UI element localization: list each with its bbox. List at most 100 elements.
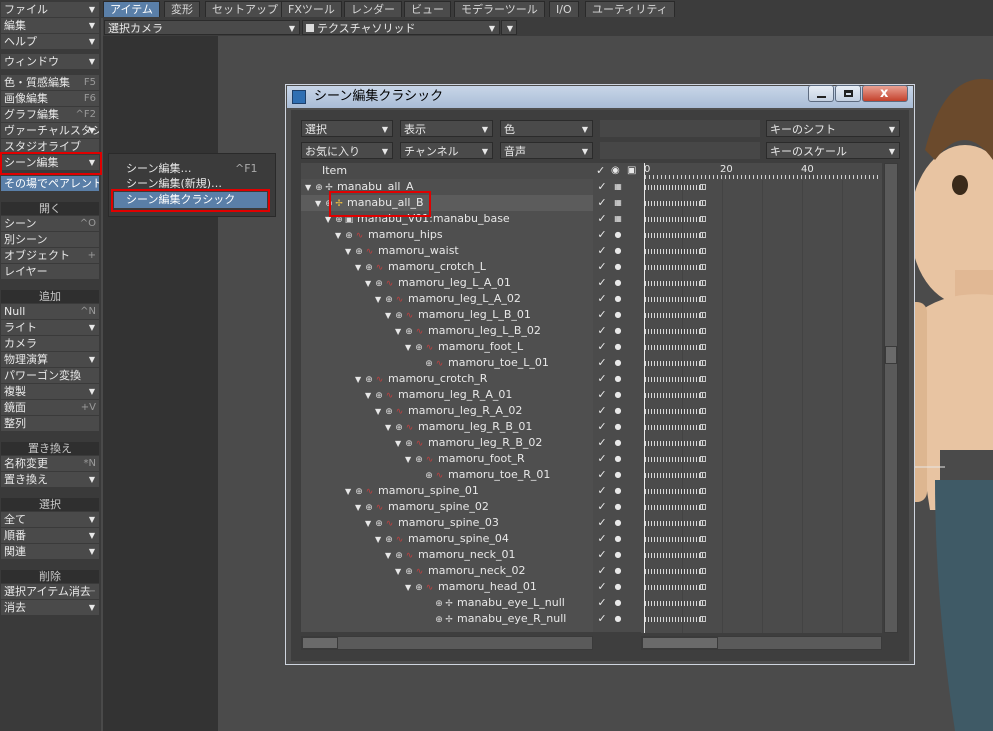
keyframe-marker[interactable]: [700, 296, 706, 302]
tab-view[interactable]: ビュー: [404, 1, 451, 17]
visibility-toggle-icon[interactable]: ⊕: [424, 468, 434, 484]
keyframe-marker[interactable]: [700, 456, 706, 462]
list-item[interactable]: ▼ ⊕ ∿ mamoru_spine_04: [301, 531, 593, 547]
visibility-dot-icon[interactable]: ●: [611, 387, 625, 403]
expand-triangle-icon[interactable]: ▼: [365, 516, 374, 532]
add-light-menu[interactable]: ライト ▼: [1, 320, 99, 335]
active-check-icon[interactable]: ✓: [595, 227, 609, 243]
keyframe-track[interactable]: [645, 233, 705, 238]
display-mode-icon[interactable]: ▦: [611, 179, 625, 195]
visibility-toggle-icon[interactable]: ⊕: [364, 260, 374, 276]
keyframe-track[interactable]: [645, 537, 705, 542]
visibility-toggle-icon[interactable]: ⊕: [354, 484, 364, 500]
keyframe-marker[interactable]: [700, 200, 706, 206]
list-item[interactable]: ▼ ⊕ ∿ mamoru_waist: [301, 243, 593, 259]
list-item[interactable]: ▼ ⊕ ∿ mamoru_leg_R_B_02: [301, 435, 593, 451]
expand-triangle-icon[interactable]: ▼: [395, 564, 404, 580]
visibility-dot-icon[interactable]: ●: [611, 547, 625, 563]
color-dropdown[interactable]: 色 ▼: [500, 120, 593, 137]
expand-triangle-icon[interactable]: ▼: [355, 372, 364, 388]
keyframe-marker[interactable]: [700, 520, 706, 526]
visibility-dot-icon[interactable]: ●: [611, 227, 625, 243]
active-check-icon[interactable]: ✓: [595, 547, 609, 563]
list-scroll-thumb[interactable]: [302, 637, 338, 649]
keyframe-marker[interactable]: [700, 232, 706, 238]
list-item[interactable]: ▼ ⊕ ∿ mamoru_foot_R: [301, 451, 593, 467]
keyframe-track[interactable]: [645, 553, 705, 558]
display-dropdown[interactable]: 表示 ▼: [400, 120, 493, 137]
keyframe-track[interactable]: [645, 569, 705, 574]
edit-menu[interactable]: 編集 ▼: [1, 18, 99, 33]
list-item[interactable]: ▼ ⊕ ∿ mamoru_leg_R_A_01: [301, 387, 593, 403]
active-check-icon[interactable]: ✓: [595, 435, 609, 451]
keyframe-track[interactable]: [645, 377, 705, 382]
keyframe-marker[interactable]: [700, 488, 706, 494]
list-item[interactable]: ▼ ⊕ ∿ mamoru_spine_01: [301, 483, 593, 499]
expand-triangle-icon[interactable]: ▼: [375, 292, 384, 308]
help-menu[interactable]: ヘルプ ▼: [1, 34, 99, 49]
active-check-icon[interactable]: ✓: [595, 275, 609, 291]
keyframe-marker[interactable]: [700, 344, 706, 350]
visibility-dot-icon[interactable]: ●: [611, 355, 625, 371]
select-order-menu[interactable]: 順番 ▼: [1, 528, 99, 543]
active-check-icon[interactable]: ✓: [595, 595, 609, 611]
tab-io[interactable]: I/O: [549, 1, 579, 17]
expand-triangle-icon[interactable]: ▼: [385, 308, 394, 324]
active-check-icon[interactable]: ✓: [595, 419, 609, 435]
tab-setup[interactable]: セットアップ: [205, 1, 285, 17]
list-item[interactable]: ▼ ⊕ ∿ mamoru_hips: [301, 227, 593, 243]
keyframe-track[interactable]: [645, 585, 705, 590]
tab-utility[interactable]: ユーティリティ: [585, 1, 675, 17]
keyframe-marker[interactable]: [700, 536, 706, 542]
list-item[interactable]: ⊕ ∿ mamoru_toe_L_01: [301, 355, 593, 371]
list-item[interactable]: ▼ ⊕ ∿ mamoru_leg_L_B_01: [301, 307, 593, 323]
load-other-scene-button[interactable]: 別シーン: [1, 232, 99, 247]
visibility-check-header-icon[interactable]: ✓: [596, 163, 605, 179]
visibility-toggle-icon[interactable]: ⊕: [394, 308, 404, 324]
list-item[interactable]: ▼ ⊕ ∿ mamoru_crotch_L: [301, 259, 593, 275]
mirror-button[interactable]: 鏡面 +V: [1, 400, 99, 415]
keyframe-track[interactable]: [645, 185, 705, 190]
select-all-menu[interactable]: 全て ▼: [1, 512, 99, 527]
visibility-toggle-icon[interactable]: ⊕: [434, 612, 444, 628]
view-options-button[interactable]: ▼: [501, 20, 517, 35]
visibility-dot-icon[interactable]: ●: [611, 499, 625, 515]
close-button[interactable]: x: [862, 85, 908, 102]
list-item[interactable]: ▼ ⊕ ∿ mamoru_foot_L: [301, 339, 593, 355]
keyframe-track[interactable]: [645, 425, 705, 430]
active-check-icon[interactable]: ✓: [595, 259, 609, 275]
active-check-icon[interactable]: ✓: [595, 371, 609, 387]
expand-triangle-icon[interactable]: ▼: [395, 324, 404, 340]
keyframe-marker[interactable]: [700, 616, 706, 622]
visibility-dot-icon[interactable]: ●: [611, 323, 625, 339]
visibility-toggle-icon[interactable]: ⊕: [404, 564, 414, 580]
vertical-scroll-thumb[interactable]: [885, 346, 897, 364]
visibility-toggle-icon[interactable]: ⊕: [394, 548, 404, 564]
polygon-convert-button[interactable]: パワーゴン変換: [1, 368, 99, 383]
expand-triangle-icon[interactable]: ▼: [405, 580, 414, 596]
keyframe-track[interactable]: [645, 441, 705, 446]
list-item[interactable]: ▼ ⊕ ∿ mamoru_leg_L_A_01: [301, 275, 593, 291]
graph-editor-button[interactable]: グラフ編集 ^F2: [1, 107, 99, 122]
load-scene-button[interactable]: シーン ^O: [1, 216, 99, 231]
keyframe-marker[interactable]: [700, 376, 706, 382]
visibility-toggle-icon[interactable]: ⊕: [384, 292, 394, 308]
list-item[interactable]: ▼ ⊕ ∿ mamoru_leg_L_A_02: [301, 291, 593, 307]
keyframe-track[interactable]: [645, 457, 705, 462]
visibility-dot-icon[interactable]: ●: [611, 595, 625, 611]
visibility-dot-icon[interactable]: ●: [611, 563, 625, 579]
keyframe-track[interactable]: [645, 393, 705, 398]
active-check-icon[interactable]: ✓: [595, 579, 609, 595]
expand-triangle-icon[interactable]: ▼: [355, 260, 364, 276]
camera-select-dropdown[interactable]: 選択カメラ ▼: [104, 20, 300, 35]
vertical-scrollbar[interactable]: [884, 163, 898, 633]
list-horizontal-scrollbar[interactable]: [301, 636, 593, 650]
keyframe-track[interactable]: [645, 489, 705, 494]
active-check-icon[interactable]: ✓: [595, 179, 609, 195]
visibility-dot-icon[interactable]: ●: [611, 515, 625, 531]
visibility-dot-icon[interactable]: ●: [611, 307, 625, 323]
active-check-icon[interactable]: ✓: [595, 515, 609, 531]
expand-triangle-icon[interactable]: ▼: [305, 180, 314, 196]
keyframe-marker[interactable]: [700, 424, 706, 430]
key-shift-dropdown[interactable]: キーのシフト ▼: [766, 120, 900, 137]
